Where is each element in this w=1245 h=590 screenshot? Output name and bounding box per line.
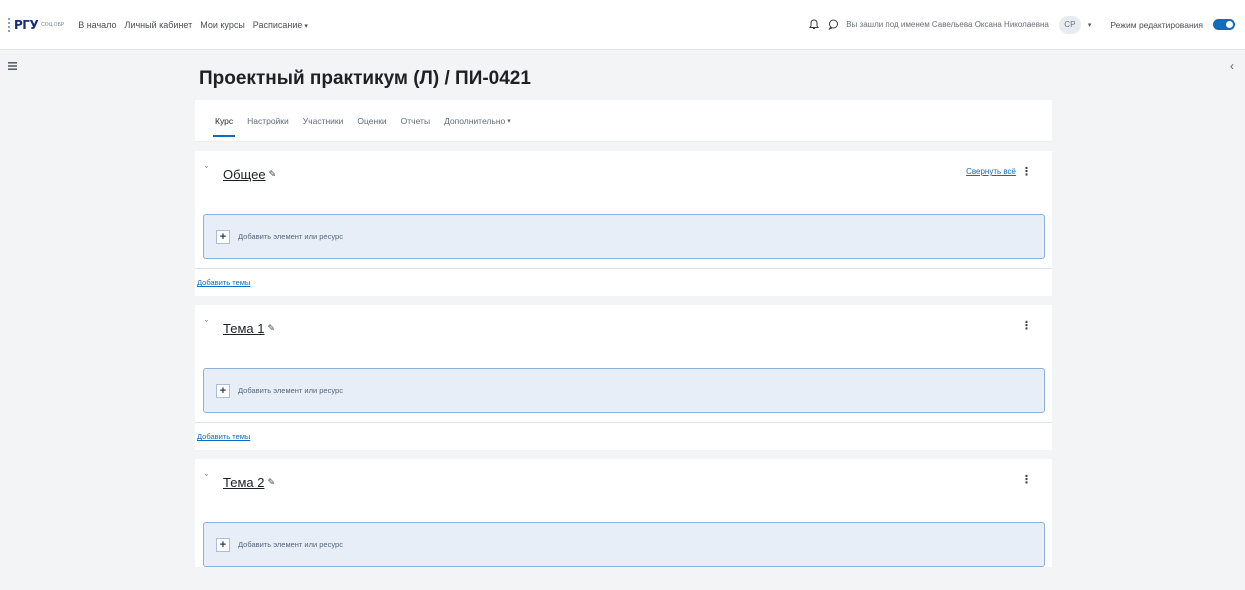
pencil-icon[interactable]: ✎ bbox=[267, 323, 275, 334]
logo-subtext: СОЦ.ОБР bbox=[41, 21, 65, 28]
add-activity-label: Добавить элемент или ресурс bbox=[238, 386, 343, 395]
add-topics-link[interactable]: Добавить темы bbox=[197, 278, 250, 287]
nav-link-schedule-label: Расписание bbox=[252, 19, 303, 30]
tab-more-label: Дополнительно bbox=[444, 115, 506, 126]
user-area: Вы зашли под именем Савельева Оксана Ник… bbox=[808, 15, 1235, 34]
section-footer: Добавить темы bbox=[195, 268, 1052, 296]
block-drawer-toggle[interactable]: ‹ bbox=[1225, 55, 1239, 77]
chevron-down-icon[interactable]: ˇ bbox=[205, 165, 219, 175]
chevron-left-icon: ‹ bbox=[1230, 59, 1234, 73]
section-footer: Добавить темы bbox=[195, 422, 1052, 450]
collapse-all-link[interactable]: Свернуть всё bbox=[966, 167, 1016, 176]
add-activity-button[interactable]: + Добавить элемент или ресурс bbox=[203, 368, 1045, 413]
user-menu-chevron-icon[interactable]: ▾ bbox=[1088, 21, 1092, 29]
pencil-icon[interactable]: ✎ bbox=[267, 477, 275, 488]
tab-more[interactable]: Дополнительно ▾ bbox=[444, 100, 511, 142]
nav-link-my-courses[interactable]: Мои курсы bbox=[200, 20, 245, 30]
kebab-icon[interactable]: ⋮ bbox=[1021, 321, 1032, 332]
section-title[interactable]: Тема 1 bbox=[223, 321, 264, 336]
section-header: ˇ Общее ✎ Свернуть всё ⋮ bbox=[195, 151, 1052, 197]
course-content: Проектный практикум (Л) / ПИ-0421 Курс Н… bbox=[195, 50, 1052, 567]
add-activity-label: Добавить элемент или ресурс bbox=[238, 540, 343, 549]
chevron-down-icon: ▾ bbox=[304, 22, 308, 30]
kebab-icon[interactable]: ⋮ bbox=[1021, 167, 1032, 178]
chat-icon[interactable] bbox=[827, 19, 839, 31]
logo-text: РГУ bbox=[8, 17, 39, 32]
course-section-topic-2: ˇ Тема 2 ✎ ⋮ + Добавить элемент или ресу… bbox=[195, 459, 1052, 567]
edit-mode-toggle[interactable] bbox=[1213, 19, 1235, 30]
nav-link-home[interactable]: В начало bbox=[78, 20, 116, 30]
avatar[interactable]: СР bbox=[1058, 15, 1081, 34]
bell-icon[interactable] bbox=[808, 19, 820, 31]
tab-reports[interactable]: Отчеты bbox=[401, 100, 430, 142]
plus-icon: + bbox=[216, 229, 230, 244]
section-title[interactable]: Общее bbox=[223, 167, 266, 182]
section-header: ˇ Тема 1 ✎ ⋮ bbox=[195, 305, 1052, 351]
tab-settings[interactable]: Настройки bbox=[247, 100, 289, 142]
site-logo[interactable]: РГУ СОЦ.ОБР bbox=[8, 10, 64, 40]
course-section-general: ˇ Общее ✎ Свернуть всё ⋮ + Добавить элем… bbox=[195, 151, 1052, 296]
add-activity-button[interactable]: + Добавить элемент или ресурс bbox=[203, 522, 1045, 567]
tab-grades[interactable]: Оценки bbox=[357, 100, 386, 142]
tab-participants[interactable]: Участники bbox=[303, 100, 344, 142]
edit-mode-label: Режим редактирования bbox=[1110, 19, 1203, 30]
plus-icon: + bbox=[216, 537, 230, 552]
course-tabs: Курс Настройки Участники Оценки Отчеты Д… bbox=[195, 100, 1052, 142]
primary-navigation: В начало Личный кабинет Мои курсы Распис… bbox=[78, 20, 308, 30]
chevron-down-icon: ▾ bbox=[507, 117, 511, 125]
pencil-icon[interactable]: ✎ bbox=[269, 169, 277, 180]
section-header: ˇ Тема 2 ✎ ⋮ bbox=[195, 459, 1052, 505]
course-index-drawer-toggle[interactable] bbox=[4, 58, 20, 74]
add-activity-button[interactable]: + Добавить элемент или ресурс bbox=[203, 214, 1045, 259]
add-activity-label: Добавить элемент или ресурс bbox=[238, 232, 343, 241]
section-title[interactable]: Тема 2 bbox=[223, 475, 264, 490]
chevron-down-icon[interactable]: ˇ bbox=[205, 319, 219, 329]
logged-in-as-text: Вы зашли под именем Савельева Оксана Ник… bbox=[846, 20, 1049, 29]
add-topics-link[interactable]: Добавить темы bbox=[197, 432, 250, 441]
drawer-icon bbox=[7, 62, 17, 70]
plus-icon: + bbox=[216, 383, 230, 398]
page-title: Проектный практикум (Л) / ПИ-0421 bbox=[199, 68, 531, 89]
chevron-down-icon[interactable]: ˇ bbox=[205, 473, 219, 483]
top-navbar: РГУ СОЦ.ОБР В начало Личный кабинет Мои … bbox=[0, 0, 1245, 50]
course-section-topic-1: ˇ Тема 1 ✎ ⋮ + Добавить элемент или ресу… bbox=[195, 305, 1052, 450]
kebab-icon[interactable]: ⋮ bbox=[1021, 475, 1032, 486]
tab-course[interactable]: Курс bbox=[212, 100, 236, 142]
nav-link-schedule[interactable]: Расписание ▾ bbox=[253, 20, 308, 30]
nav-link-dashboard[interactable]: Личный кабинет bbox=[125, 20, 193, 30]
